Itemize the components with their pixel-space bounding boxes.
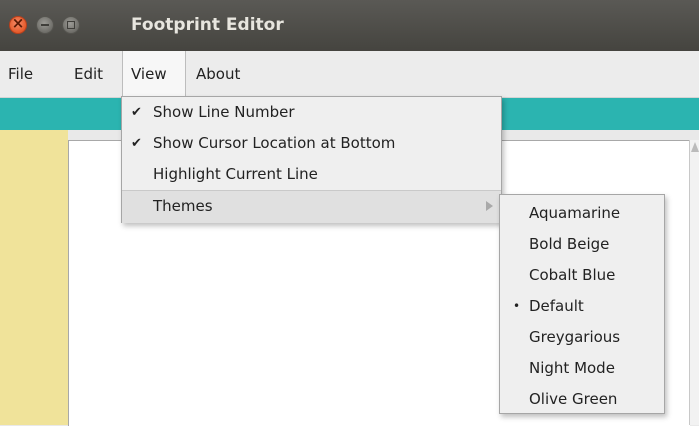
theme-item-night-mode[interactable]: Night Mode bbox=[500, 353, 664, 384]
theme-label: Olive Green bbox=[529, 390, 618, 408]
menu-item-highlight-current-line[interactable]: Highlight Current Line bbox=[122, 159, 501, 190]
checkmark-icon: ✔ bbox=[131, 136, 142, 151]
submenu-arrow-icon bbox=[486, 201, 493, 211]
menu-item-show-line-number[interactable]: ✔ Show Line Number bbox=[122, 97, 501, 128]
line-number-gutter bbox=[0, 130, 68, 425]
scroll-up-arrow-icon[interactable] bbox=[691, 142, 699, 152]
theme-label: Aquamarine bbox=[529, 204, 621, 222]
menu-item-label: Highlight Current Line bbox=[153, 165, 318, 183]
menu-file[interactable]: File bbox=[0, 51, 41, 97]
menu-edit[interactable]: Edit bbox=[66, 51, 111, 97]
theme-item-greygarious[interactable]: Greygarious bbox=[500, 322, 664, 353]
radio-bullet-icon: • bbox=[513, 299, 521, 313]
menu-item-themes[interactable]: Themes bbox=[122, 190, 501, 223]
theme-item-olive-green[interactable]: Olive Green bbox=[500, 384, 664, 415]
menu-item-label: Themes bbox=[153, 197, 213, 215]
view-menu-dropdown: ✔ Show Line Number ✔ Show Cursor Locatio… bbox=[121, 96, 502, 223]
theme-item-default[interactable]: • Default bbox=[500, 291, 664, 322]
theme-label: Cobalt Blue bbox=[529, 266, 616, 284]
checkmark-icon: ✔ bbox=[131, 105, 142, 120]
themes-submenu: Aquamarine Bold Beige Cobalt Blue • Defa… bbox=[499, 194, 665, 414]
minimize-icon[interactable] bbox=[36, 16, 54, 34]
theme-item-bold-beige[interactable]: Bold Beige bbox=[500, 229, 664, 260]
menu-view[interactable]: View bbox=[122, 51, 186, 97]
close-icon[interactable] bbox=[9, 14, 27, 34]
vertical-scrollbar[interactable] bbox=[689, 140, 699, 425]
theme-label: Default bbox=[529, 297, 584, 315]
maximize-icon[interactable] bbox=[62, 16, 80, 34]
title-bar: Footprint Editor bbox=[0, 0, 699, 51]
theme-label: Bold Beige bbox=[529, 235, 610, 253]
menu-item-label: Show Cursor Location at Bottom bbox=[153, 134, 396, 152]
theme-label: Night Mode bbox=[529, 359, 615, 377]
theme-item-aquamarine[interactable]: Aquamarine bbox=[500, 198, 664, 229]
theme-item-cobalt-blue[interactable]: Cobalt Blue bbox=[500, 260, 664, 291]
menu-item-label: Show Line Number bbox=[153, 103, 295, 121]
menu-item-show-cursor-location[interactable]: ✔ Show Cursor Location at Bottom bbox=[122, 128, 501, 159]
window-title: Footprint Editor bbox=[131, 15, 284, 35]
menu-bar: File Edit View About bbox=[0, 51, 699, 98]
menu-about[interactable]: About bbox=[188, 51, 248, 97]
theme-label: Greygarious bbox=[529, 328, 621, 346]
